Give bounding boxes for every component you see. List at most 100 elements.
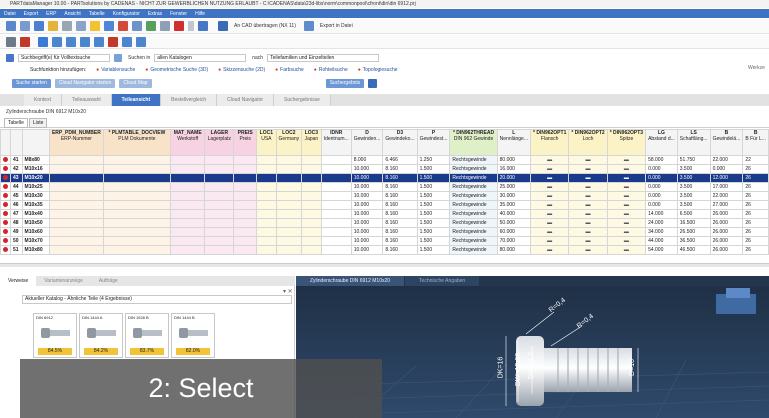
table-cell[interactable] [233,236,258,246]
table-cell[interactable]: 24.000 [645,218,678,228]
cad-export-label[interactable]: An CAD übertragen (NX 11) [234,23,296,29]
table-cell[interactable]: 36.500 [676,236,711,246]
tab-technical-data[interactable]: Technische Angaben [405,276,480,286]
table-cell[interactable]: Rechtsgewinde [449,164,498,174]
table-cell[interactable] [102,245,171,255]
menu-item[interactable]: ERP [46,11,56,17]
table-cell[interactable]: ▬ [606,164,647,174]
table-cell[interactable] [204,209,235,219]
similar-parts-select[interactable]: Aktueller Katalog - Ähnliche Teile (4 Er… [22,295,292,304]
table-cell[interactable]: ▬ [529,245,570,255]
table-cell[interactable] [204,245,235,255]
table-cell[interactable] [0,200,11,210]
table-cell[interactable]: 50 [10,236,23,246]
menu-item[interactable]: Konfigurator [113,11,140,17]
table-cell[interactable] [301,182,322,192]
column-header[interactable]: * DIN962OPT3 Spitze [606,129,647,156]
column-header[interactable]: P Gewindest... [416,129,451,156]
tab-variants[interactable]: Variantenanzeige [36,276,91,286]
table-cell[interactable] [256,173,277,183]
column-header[interactable]: PREIS Preis [233,129,258,156]
list-view-icon[interactable] [20,21,30,31]
pin-icon[interactable]: ▾ ✕ [283,288,293,295]
table-cell[interactable]: M10x20 [21,173,50,183]
table-row[interactable]: 42 M10x16 10.000 8.160 1.500 Rechtsgewinde 16.… [0,164,769,174]
table-cell[interactable]: 44.000 [645,236,678,246]
table-cell[interactable]: ▬ [529,164,570,174]
table-cell[interactable]: 44 [10,182,23,192]
table-cell[interactable] [320,182,352,192]
table-cell[interactable]: ▬ [568,200,608,210]
table-cell[interactable] [102,191,171,201]
table-cell[interactable]: 25.000 [496,182,532,192]
table-cell[interactable]: 47 [10,209,23,219]
column-header[interactable]: B Gewindelä... [709,129,744,156]
table-cell[interactable] [204,173,235,183]
table-cell[interactable]: Rechtsgewinde [449,245,498,255]
geometric-search[interactable]: Geometrische Suche (3D) [145,67,208,73]
table-cell[interactable]: 10.000 [350,200,384,210]
tab-model[interactable]: Zylinderschraube DIN 6912 M10x20 [296,276,405,286]
table-cell[interactable] [301,227,322,237]
main-tab[interactable]: Kontext [24,94,62,106]
table-cell[interactable] [169,182,206,192]
table-cell[interactable] [0,245,11,255]
table-cell[interactable]: 8.160 [382,245,418,255]
table-cell[interactable]: 26.000 [709,209,744,219]
main-tab[interactable]: Teileauswahl [61,94,112,106]
table-cell[interactable]: 10.000 [350,173,384,183]
column-header[interactable]: LAGER Lagerplatz [204,129,235,156]
table-cell[interactable] [301,173,322,183]
start-search-button[interactable]: Suche starten [12,78,51,88]
table-cell[interactable] [102,227,171,237]
table-cell[interactable] [320,191,352,201]
table-cell[interactable] [256,227,277,237]
table-cell[interactable] [301,245,322,255]
table-cell[interactable]: 10.000 [350,164,384,174]
table-cell[interactable] [169,191,206,201]
binoculars-icon[interactable] [368,78,378,88]
table-cell[interactable]: ▬ [529,218,570,228]
table-cell[interactable]: 34.000 [645,227,678,237]
menu-item[interactable]: Export [24,11,38,17]
help-icon[interactable] [104,21,114,31]
table-cell[interactable]: 1.500 [416,164,451,174]
table-cell[interactable] [48,164,104,174]
table-cell[interactable] [102,164,171,174]
sketch-search[interactable]: Skizzensuche (2D) [218,67,265,73]
table-cell[interactable] [204,155,235,165]
table-cell[interactable]: 26.000 [709,236,744,246]
table-cell[interactable]: 8.160 [382,182,418,192]
table-cell[interactable]: ▬ [606,155,647,165]
table-cell[interactable]: 20.000 [496,173,532,183]
main-tab[interactable]: Cloud Navigator [217,94,275,106]
table-cell[interactable]: 1.500 [416,218,451,228]
table-cell[interactable] [204,191,235,201]
table-cell[interactable] [233,155,258,165]
table-cell[interactable] [0,182,11,192]
column-header[interactable]: L Nennlänge... [496,129,532,156]
table-cell[interactable] [256,191,277,201]
table-cell[interactable] [275,182,303,192]
menu-item[interactable]: Ansicht [64,11,80,17]
color-search[interactable]: Farbsuche [275,67,304,73]
table-cell[interactable]: Rechtsgewinde [449,200,498,210]
table-cell[interactable]: 26 [742,173,769,183]
table-cell[interactable]: 26 [742,200,769,210]
table-cell[interactable] [320,173,352,183]
table-cell[interactable]: 22.000 [709,155,744,165]
filter-icon[interactable] [66,36,76,47]
table-cell[interactable]: 30.000 [496,191,532,201]
table-cell[interactable]: Rechtsgewinde [449,218,498,228]
table-cell[interactable]: ▬ [529,173,570,183]
table-cell[interactable] [301,218,322,228]
table-cell[interactable] [169,236,206,246]
column-header[interactable] [21,129,50,156]
blank-search[interactable]: Rohteilsuche [314,67,348,73]
table-row[interactable]: 47 M10x40 10.000 8.160 1.500 Rechtsgewinde 40.… [0,209,769,219]
column-header[interactable]: ERP_PDM_NUMBER ERP-Nummer [48,129,104,156]
splitter[interactable] [0,263,769,267]
similar-part-card[interactable]: DIN 1444 B 82.0% [171,313,215,358]
table-row[interactable]: 50 M10x70 10.000 8.160 1.500 Rechtsgewinde 70.… [0,236,769,246]
table-cell[interactable] [204,164,235,174]
